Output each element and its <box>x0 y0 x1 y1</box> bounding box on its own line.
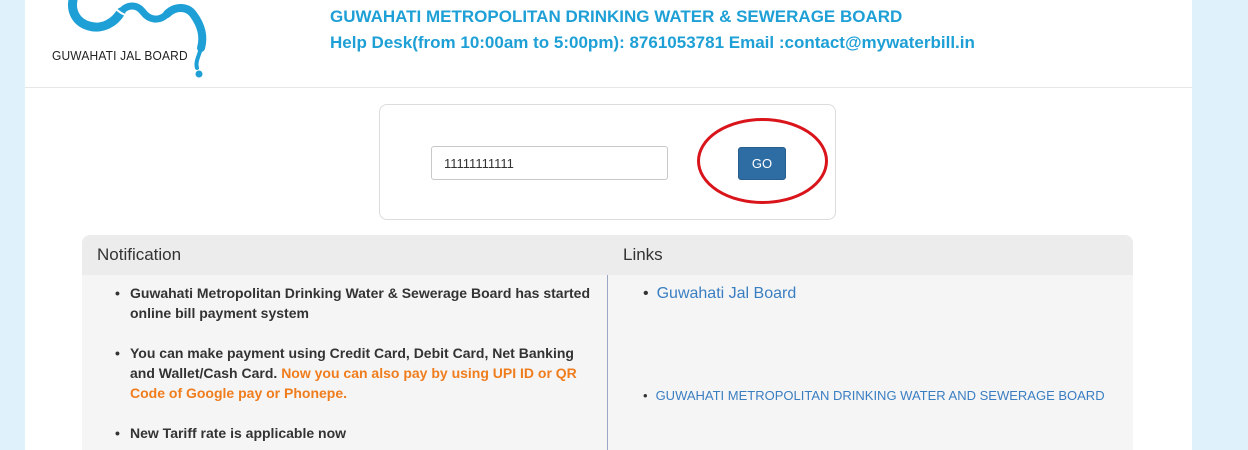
notification-text: New Tariff rate is applicable now <box>130 425 347 441</box>
bullet-icon: • <box>643 388 648 403</box>
logo-wave-icon <box>68 0 207 78</box>
column-divider <box>607 275 608 450</box>
link-item-metropolitan-board[interactable]: • GUWAHATI METROPOLITAN DRINKING WATER AN… <box>643 388 1105 403</box>
helpdesk-info: Help Desk(from 10:00am to 5:00pm): 87610… <box>330 33 975 52</box>
notification-item: Guwahati Metropolitan Drinking Water & S… <box>110 283 592 323</box>
notification-item: You can make payment using Credit Card, … <box>110 343 592 403</box>
account-search-box: GO <box>379 104 836 220</box>
links-heading: Links <box>623 245 663 264</box>
jal-board-logo[interactable]: GUWAHATI JAL BOARD <box>45 0 225 84</box>
page-container: GUWAHATI JAL BOARD GUWAHATI METROPOLITAN… <box>25 0 1192 450</box>
notification-text: Guwahati Metropolitan Drinking Water & S… <box>130 285 591 321</box>
bullet-icon: • <box>643 285 649 302</box>
link-item-jal-board[interactable]: • Guwahati Jal Board <box>643 285 796 303</box>
site-header: GUWAHATI JAL BOARD GUWAHATI METROPOLITAN… <box>25 0 1192 88</box>
logo-text: GUWAHATI JAL BOARD <box>52 48 188 63</box>
link-label[interactable]: GUWAHATI METROPOLITAN DRINKING WATER AND… <box>656 388 1105 403</box>
notification-item: New Tariff rate is applicable now <box>110 423 592 443</box>
link-label[interactable]: Guwahati Jal Board <box>657 285 797 302</box>
notification-heading: Notification <box>97 245 182 264</box>
notification-list: Guwahati Metropolitan Drinking Water & S… <box>110 283 592 450</box>
info-panel: Notification Links Guwahati Metropolitan… <box>82 235 1133 450</box>
organization-title: GUWAHATI METROPOLITAN DRINKING WATER & S… <box>330 7 903 26</box>
account-number-input[interactable] <box>431 146 668 180</box>
panel-header: Notification Links <box>82 235 1133 275</box>
go-button[interactable]: GO <box>738 147 786 180</box>
